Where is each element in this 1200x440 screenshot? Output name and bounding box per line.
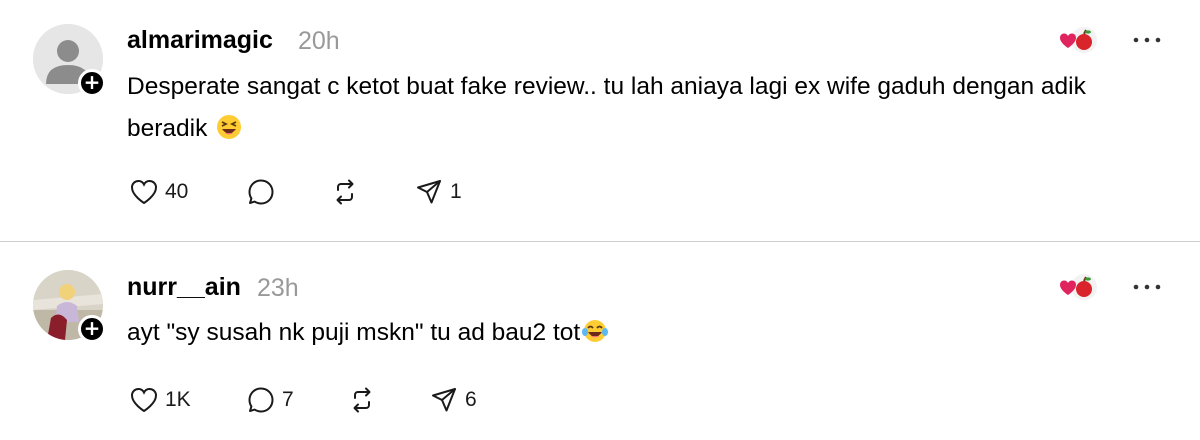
post-text: ayt "sy susah nk puji mskn" tu ad bau2 t… [127, 312, 1127, 354]
share-count: 6 [465, 388, 477, 411]
squinting-laughing-face-emoji [217, 115, 242, 139]
post-text: Desperate sangat c ketot buat fake revie… [127, 66, 1127, 150]
paper-plane-icon [417, 180, 441, 204]
like-button[interactable]: 40 [129, 176, 188, 208]
timestamp[interactable]: 20h [298, 27, 340, 56]
heart-outline-icon [130, 387, 158, 413]
share-button[interactable]: 6 [429, 384, 477, 416]
tears-of-joy-face-emoji [582, 320, 609, 342]
heart-apple-reaction-icon[interactable] [1056, 269, 1100, 305]
like-count: 40 [165, 180, 189, 203]
reply-count: 7 [282, 388, 294, 411]
avatar-container[interactable]: + [33, 24, 113, 104]
more-horizontal-icon[interactable] [1132, 282, 1162, 292]
heart-outline-icon [130, 179, 158, 205]
share-count: 1 [450, 180, 462, 203]
heart-apple-reaction-icon[interactable] [1056, 22, 1100, 58]
follow-plus-icon[interactable]: + [78, 315, 106, 343]
post-text-content: Desperate sangat c ketot buat fake revie… [127, 73, 1086, 142]
post-2: + nurr__ain 23h ayt "sy susah nk puji ms… [0, 242, 1200, 440]
paper-plane-icon [432, 388, 456, 412]
reply-button[interactable]: 7 [246, 384, 294, 416]
reply-button[interactable] [246, 176, 282, 208]
avatar-container[interactable]: + [33, 270, 113, 350]
share-button[interactable]: 1 [414, 176, 462, 208]
username[interactable]: nurr__ain [127, 273, 241, 302]
post-1: + almarimagic 20h Desperate sangat c ket… [0, 0, 1200, 241]
post-text-content: ayt "sy susah nk puji mskn" tu ad bau2 t… [127, 319, 581, 346]
speech-bubble-icon [248, 387, 274, 413]
follow-plus-icon[interactable]: + [78, 69, 106, 97]
like-button[interactable]: 1K [129, 384, 191, 416]
username[interactable]: almarimagic [127, 26, 273, 55]
repost-button[interactable] [330, 176, 366, 208]
repost-arrows-icon [336, 179, 354, 205]
repost-button[interactable] [347, 384, 383, 416]
more-horizontal-icon[interactable] [1132, 35, 1162, 45]
repost-arrows-icon [353, 387, 371, 413]
like-count: 1K [165, 388, 191, 411]
timestamp[interactable]: 23h [257, 274, 299, 303]
speech-bubble-icon [248, 179, 274, 205]
